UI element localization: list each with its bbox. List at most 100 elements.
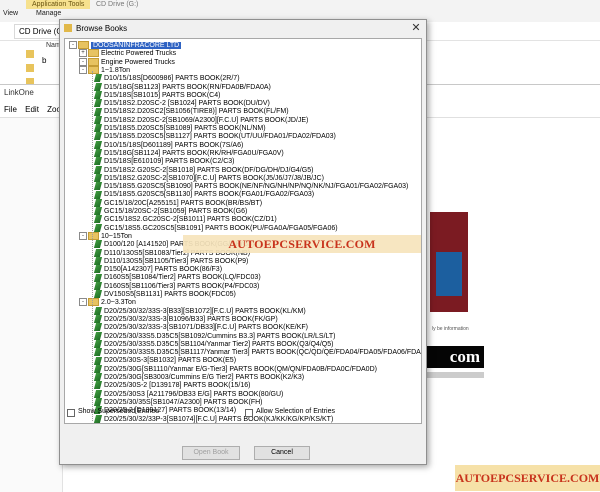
nav-pane-letter: b bbox=[42, 56, 46, 65]
cancel-button[interactable]: Cancel bbox=[254, 446, 310, 460]
book-icon bbox=[94, 357, 102, 365]
close-icon[interactable]: ✕ bbox=[408, 21, 424, 35]
tree-node-label: GC15/18S5.GC20SC5[SB1091] PARTS BOOK(PU/… bbox=[104, 225, 338, 232]
tree-node-label: GC15/18/20C[A255151] PARTS BOOK(BR/BS/BT… bbox=[104, 200, 262, 207]
book-icon bbox=[94, 249, 102, 257]
book-icon bbox=[94, 166, 102, 174]
tree-book-node[interactable]: D20/25/30/32/33P-3[SB1012-00] PARTS BOOK… bbox=[95, 423, 287, 424]
collapse-icon[interactable]: - bbox=[79, 58, 87, 66]
tree-node-label: D15/18S2.G20SC-2[SB1070][F.C.U] PARTS BO… bbox=[104, 175, 324, 182]
book-icon bbox=[94, 224, 102, 232]
menu-file[interactable]: File bbox=[4, 105, 17, 114]
folder-icon bbox=[88, 298, 99, 306]
book-icon bbox=[94, 149, 102, 157]
book-icon bbox=[94, 415, 102, 423]
tree-node-label: 10~15Ton bbox=[101, 233, 132, 240]
show-superseded-checkbox[interactable] bbox=[67, 409, 75, 417]
tree-node-label: D160S5[SB1106/Tier3] PARTS BOOK(P4/FDC03… bbox=[104, 283, 259, 290]
book-icon bbox=[94, 182, 102, 190]
tree-node-label: D150[A142307] PARTS BOOK(86/F3) bbox=[104, 266, 222, 273]
explorer-window-title: CD Drive (G:) bbox=[96, 0, 138, 9]
book-icon bbox=[94, 74, 102, 82]
tree-node-label: D15/18S[E610109] PARTS BOOK(C2/C3) bbox=[104, 158, 234, 165]
ribbon-tab-view[interactable]: View bbox=[3, 10, 18, 17]
book-icon bbox=[94, 307, 102, 315]
book-icon bbox=[94, 215, 102, 223]
folder-icon bbox=[78, 41, 89, 49]
expand-icon[interactable]: + bbox=[79, 49, 87, 57]
book-icon bbox=[94, 381, 102, 389]
tree-node-label: D10/15/18S[D600986] PARTS BOOK(2R/7) bbox=[104, 75, 240, 82]
brochure-banner: com bbox=[422, 346, 484, 368]
tree-node-label: D15/18S5.G20SC5[SB1130] PARTS BOOK(FGA01… bbox=[104, 191, 314, 198]
book-icon bbox=[94, 83, 102, 91]
book-icon bbox=[94, 91, 102, 99]
tree-node-label: D15/18S5.G20SC5[SB1090] PARTS BOOK(NE/NF… bbox=[104, 183, 408, 190]
tree-node-label: DOOSANINFRACORE LTD bbox=[91, 42, 181, 49]
book-icon bbox=[94, 290, 102, 298]
collapse-icon[interactable]: - bbox=[69, 41, 77, 49]
tree-node-label: GC15/18/20SC-2[SB1059] PARTS BOOK(G6) bbox=[104, 208, 247, 215]
allow-selection-label: Allow Selection of Entries bbox=[256, 408, 335, 415]
brochure-strip bbox=[422, 372, 484, 378]
application-tools-tab[interactable]: Application Tools bbox=[26, 0, 90, 9]
folder-icon bbox=[88, 232, 99, 240]
linkone-side-panel bbox=[0, 118, 63, 492]
tree-node-label: D20/25/30G[SB1110/Yanmar E/G-Tier3] PART… bbox=[104, 366, 377, 373]
book-icon bbox=[94, 398, 102, 406]
tree-node-label: D160S5[SB1084/Tier2] PARTS BOOK(LQ/FDC03… bbox=[104, 274, 261, 281]
watermark-center: AUTOEPCSERVICE.COM bbox=[183, 235, 421, 253]
book-icon bbox=[94, 157, 102, 165]
folder-icon bbox=[88, 49, 99, 57]
watermark-corner: AUTOEPCSERVICE.COM bbox=[455, 465, 600, 491]
collapse-icon[interactable]: - bbox=[79, 66, 87, 74]
book-icon bbox=[94, 423, 102, 424]
folder-icon[interactable] bbox=[26, 64, 34, 72]
tree-node-label: D20/25/30S-3[SB1032] PARTS BOOK(E5) bbox=[104, 357, 236, 364]
tree-node-label: D20/25/30/33S5.D35C5[SB1092/Cummins B3.3… bbox=[104, 333, 336, 340]
book-icon bbox=[94, 132, 102, 140]
linkone-title: LinkOne bbox=[4, 88, 34, 97]
book-icon bbox=[94, 99, 102, 107]
book-icon bbox=[94, 199, 102, 207]
book-icon bbox=[94, 191, 102, 199]
tree-node-label: Engine Powered Trucks bbox=[101, 59, 175, 66]
tree-node-label: GC15/18S2.GC20SC-2[SB1011] PARTS BOOK(CZ… bbox=[104, 216, 277, 223]
book-icon bbox=[94, 116, 102, 124]
book-icon bbox=[94, 274, 102, 282]
collapse-icon[interactable]: - bbox=[79, 298, 87, 306]
tree-node-label: 2.0~3.3Ton bbox=[101, 299, 136, 306]
allow-selection-checkbox[interactable] bbox=[245, 409, 253, 417]
book-tree[interactable]: - DOOSANINFRACORE LTD + Electric Powered Tr… bbox=[64, 38, 422, 424]
book-icon bbox=[94, 315, 102, 323]
tree-node-label: Electric Powered Trucks bbox=[101, 50, 176, 57]
book-icon bbox=[94, 124, 102, 132]
menu-edit[interactable]: Edit bbox=[25, 105, 39, 114]
tree-node-label: 1~1.8Ton bbox=[101, 67, 130, 74]
book-cover-inset bbox=[436, 252, 462, 296]
ribbon-tab-manage[interactable]: Manage bbox=[36, 10, 61, 17]
open-book-button[interactable]: Open Book bbox=[182, 446, 240, 460]
dialog-title: Browse Books bbox=[76, 24, 127, 33]
book-icon bbox=[94, 108, 102, 116]
brochure-text: ly be information bbox=[432, 326, 472, 332]
tree-node-label: D110/130S5[SB1105/Tier3] PARTS BOOK(P9) bbox=[104, 258, 248, 265]
collapse-icon[interactable]: - bbox=[79, 232, 87, 240]
book-icon bbox=[94, 265, 102, 273]
book-icon bbox=[94, 141, 102, 149]
tree-node-label: DV150S5[SB1131] PARTS BOOK(FDC05) bbox=[104, 291, 236, 298]
show-superseded-label: Show Superseded Entries bbox=[78, 408, 159, 415]
folder-icon[interactable] bbox=[26, 50, 34, 58]
book-icon bbox=[94, 323, 102, 331]
book-icon bbox=[94, 332, 102, 340]
book-icon bbox=[94, 390, 102, 398]
book-icon bbox=[94, 373, 102, 381]
book-icon bbox=[94, 257, 102, 265]
folder-icon bbox=[64, 24, 72, 32]
tree-node-label: D15/18S5.D20SC5[SB1089] PARTS BOOK(NL/NM… bbox=[104, 125, 266, 132]
book-icon bbox=[94, 340, 102, 348]
book-icon bbox=[94, 174, 102, 182]
tree-node-label: D15/18S2.D20SC-2[SB1069/A2300][F.C.U] PA… bbox=[104, 117, 308, 124]
tree-node-label: D20/25/30/32/33P-3[SB1074][F.C.U] PARTS … bbox=[104, 416, 333, 423]
folder-icon bbox=[88, 58, 99, 66]
